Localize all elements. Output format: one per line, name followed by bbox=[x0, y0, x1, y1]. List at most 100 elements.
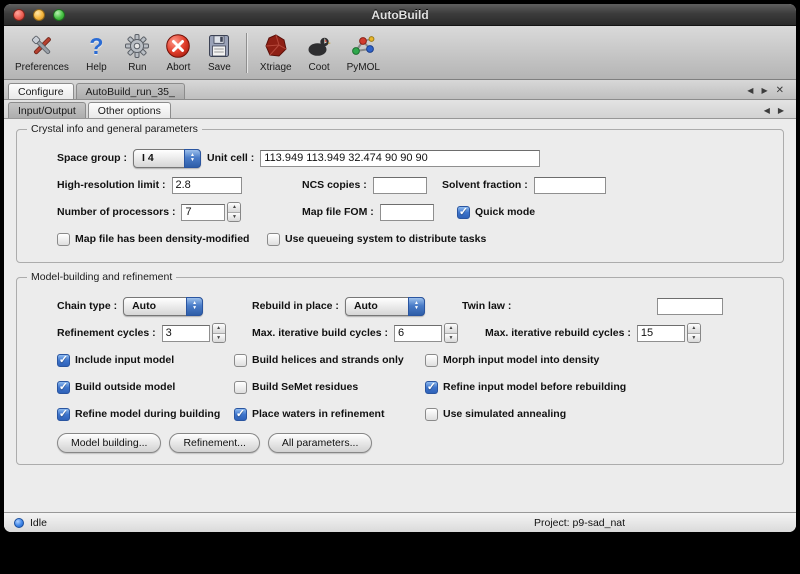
scroll-subtabs-left-icon[interactable]: ◀ bbox=[764, 106, 770, 115]
place-waters-checkbox[interactable]: ✓ Place waters in refinement bbox=[234, 408, 384, 421]
check-icon: ✓ bbox=[59, 409, 68, 420]
run-button[interactable]: Run bbox=[117, 31, 158, 75]
toolbar: Preferences ? Help Run bbox=[4, 26, 796, 80]
toolbar-item-label: Preferences bbox=[15, 62, 69, 73]
popup-value: I 4 bbox=[142, 152, 154, 164]
chain-type-row: Chain type : Auto ▲ ▼ Rebuild in place :… bbox=[57, 294, 769, 318]
help-button[interactable]: ? Help bbox=[76, 31, 117, 75]
tab-input-output[interactable]: Input/Output bbox=[8, 102, 86, 118]
popup-arrows-icon: ▲ ▼ bbox=[186, 297, 203, 316]
close-tab-icon[interactable]: ✕ bbox=[776, 85, 784, 96]
checkbox-box: ✓ bbox=[425, 381, 438, 394]
checkbox-label: Refine input model before rebuilding bbox=[443, 381, 626, 393]
scroll-subtabs-right-icon[interactable]: ▶ bbox=[778, 106, 784, 115]
chain-type-select[interactable]: Auto ▲ ▼ bbox=[123, 297, 203, 316]
status-dot-icon bbox=[14, 518, 24, 528]
ncs-copies-input[interactable] bbox=[373, 177, 427, 194]
checkbox-box: ✓ bbox=[267, 233, 280, 246]
stepper-down-icon[interactable]: ▼ bbox=[688, 334, 700, 343]
scroll-tabs-right-icon[interactable]: ▶ bbox=[761, 86, 767, 95]
stepper-up-icon[interactable]: ▲ bbox=[228, 203, 240, 213]
app-window: AutoBuild Preferences ? Help bbox=[4, 4, 796, 532]
max-iterative-build-cycles-input[interactable] bbox=[394, 325, 442, 342]
popup-value: Auto bbox=[132, 300, 156, 312]
sub-tab-bar: Input/Output Other options ◀ ▶ bbox=[4, 100, 796, 119]
queueing-system-checkbox[interactable]: ✓ Use queueing system to distribute task… bbox=[267, 233, 486, 246]
model-checkbox-row-2: ✓ Build outside model ✓ Build SeMet resi… bbox=[57, 375, 769, 399]
preferences-button[interactable]: Preferences bbox=[8, 31, 76, 75]
rebuild-in-place-select[interactable]: Auto ▲ ▼ bbox=[345, 297, 425, 316]
zoom-window-button[interactable] bbox=[53, 9, 65, 21]
model-checkbox-row-1: ✓ Include input model ✓ Build helices an… bbox=[57, 348, 769, 372]
minimize-window-button[interactable] bbox=[33, 9, 45, 21]
popup-arrows-icon: ▲ ▼ bbox=[408, 297, 425, 316]
max-iterative-rebuild-cycles-input[interactable] bbox=[637, 325, 685, 342]
include-input-model-checkbox[interactable]: ✓ Include input model bbox=[57, 354, 174, 367]
model-building-button[interactable]: Model building... bbox=[57, 433, 161, 453]
help-icon: ? bbox=[83, 33, 110, 60]
toolbar-item-label: Run bbox=[128, 62, 146, 73]
twin-law-input[interactable] bbox=[657, 298, 723, 315]
refinement-cycles-stepper[interactable]: ▲ ▼ bbox=[212, 323, 226, 343]
checkbox-box: ✓ bbox=[57, 233, 70, 246]
toolbar-item-label: Xtriage bbox=[260, 62, 292, 73]
tab-other-options[interactable]: Other options bbox=[88, 102, 171, 118]
close-window-button[interactable] bbox=[13, 9, 25, 21]
morph-input-model-checkbox[interactable]: ✓ Morph input model into density bbox=[425, 354, 599, 367]
checkbox-box: ✓ bbox=[234, 408, 247, 421]
stepper-up-icon[interactable]: ▲ bbox=[445, 324, 457, 334]
checkbox-label: Refine model during building bbox=[75, 408, 220, 420]
coot-button[interactable]: Coot bbox=[299, 31, 340, 75]
quick-mode-checkbox[interactable]: ✓ Quick mode bbox=[457, 206, 535, 219]
stepper-up-icon[interactable]: ▲ bbox=[688, 324, 700, 334]
toolbar-divider bbox=[246, 33, 247, 73]
resolution-row: High-resolution limit : NCS copies : Sol… bbox=[57, 173, 769, 197]
refinement-button[interactable]: Refinement... bbox=[169, 433, 259, 453]
popup-value: Auto bbox=[354, 300, 378, 312]
refinement-cycles-input[interactable] bbox=[162, 325, 210, 342]
checkbox-label: Build helices and strands only bbox=[252, 354, 404, 366]
toolbar-item-label: Abort bbox=[166, 62, 190, 73]
scroll-tabs-left-icon[interactable]: ◀ bbox=[747, 86, 753, 95]
build-cycles-stepper[interactable]: ▲ ▼ bbox=[444, 323, 458, 343]
refine-during-building-checkbox[interactable]: ✓ Refine model during building bbox=[57, 408, 220, 421]
xtriage-button[interactable]: Xtriage bbox=[253, 31, 299, 75]
build-helices-strands-checkbox[interactable]: ✓ Build helices and strands only bbox=[234, 354, 404, 367]
rebuild-cycles-stepper[interactable]: ▲ ▼ bbox=[687, 323, 701, 343]
checkbox-box: ✓ bbox=[457, 206, 470, 219]
tab-configure[interactable]: Configure bbox=[8, 83, 74, 99]
simulated-annealing-checkbox[interactable]: ✓ Use simulated annealing bbox=[425, 408, 566, 421]
abort-button[interactable]: Abort bbox=[158, 31, 199, 75]
check-icon: ✓ bbox=[427, 382, 436, 393]
abort-icon bbox=[165, 33, 192, 60]
save-button[interactable]: Save bbox=[199, 31, 240, 75]
check-icon: ✓ bbox=[459, 207, 468, 218]
high-resolution-limit-input[interactable] bbox=[172, 177, 242, 194]
checkbox-label: Map file has been density-modified bbox=[75, 233, 249, 245]
unit-cell-label: Unit cell : bbox=[207, 152, 254, 164]
max-iterative-build-cycles-label: Max. iterative build cycles : bbox=[252, 327, 388, 339]
crystal-checkbox-row: ✓ Map file has been density-modified ✓ U… bbox=[57, 227, 769, 251]
number-of-processors-input[interactable] bbox=[181, 204, 225, 221]
pymol-button[interactable]: PyMOL bbox=[340, 31, 387, 75]
all-parameters-button[interactable]: All parameters... bbox=[268, 433, 372, 453]
stepper-down-icon[interactable]: ▼ bbox=[445, 334, 457, 343]
space-group-select[interactable]: I 4 ▲ ▼ bbox=[133, 149, 201, 168]
build-semet-residues-checkbox[interactable]: ✓ Build SeMet residues bbox=[234, 381, 358, 394]
density-modified-checkbox[interactable]: ✓ Map file has been density-modified bbox=[57, 233, 249, 246]
status-bar: Idle Project: p9-sad_nat bbox=[4, 512, 796, 532]
build-outside-model-checkbox[interactable]: ✓ Build outside model bbox=[57, 381, 175, 394]
solvent-fraction-input[interactable] bbox=[534, 177, 606, 194]
refine-input-model-checkbox[interactable]: ✓ Refine input model before rebuilding bbox=[425, 381, 626, 394]
stepper-up-icon[interactable]: ▲ bbox=[213, 324, 225, 334]
map-file-fom-input[interactable] bbox=[380, 204, 434, 221]
processors-stepper[interactable]: ▲ ▼ bbox=[227, 202, 241, 222]
sub-tab-nav-controls: ◀ ▶ bbox=[764, 106, 792, 118]
stepper-down-icon[interactable]: ▼ bbox=[228, 213, 240, 222]
unit-cell-input[interactable] bbox=[260, 150, 540, 167]
tab-label: Input/Output bbox=[18, 105, 76, 117]
tab-autobuild-run-35[interactable]: AutoBuild_run_35_ bbox=[76, 83, 185, 99]
coot-icon bbox=[306, 33, 333, 60]
stepper-down-icon[interactable]: ▼ bbox=[213, 334, 225, 343]
down-arrow-icon: ▼ bbox=[414, 306, 419, 311]
